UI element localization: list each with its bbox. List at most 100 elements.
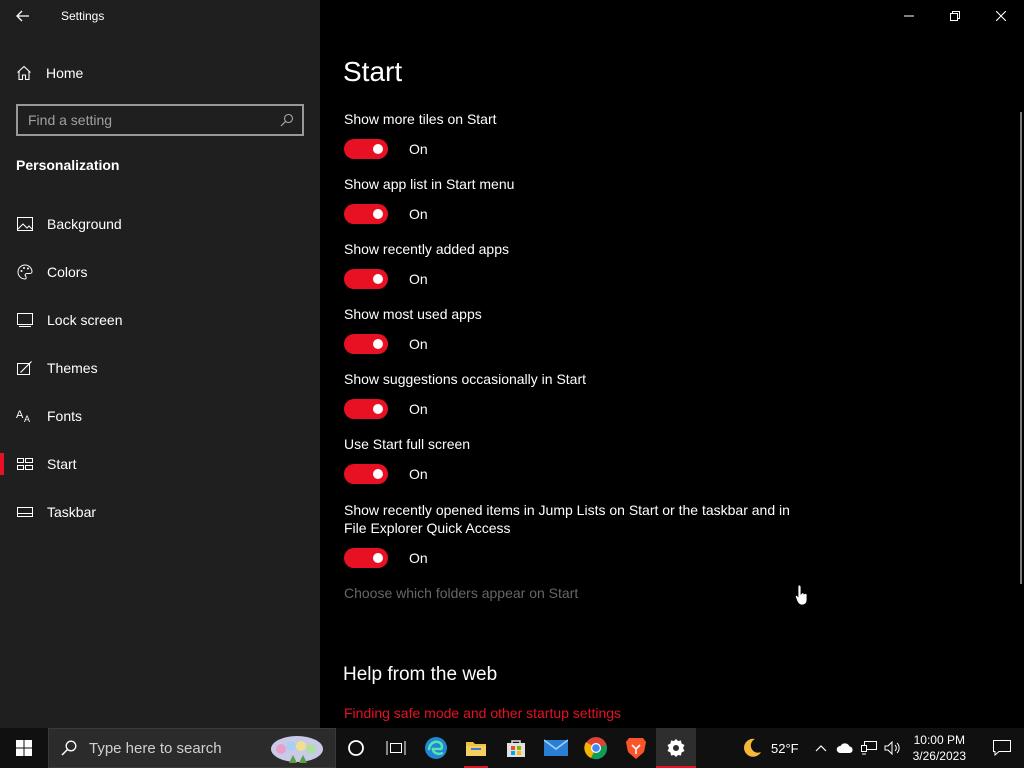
sidebar-item-label: Background [47,216,122,232]
sidebar-item-label: Start [47,456,77,472]
lock-screen-icon [16,311,34,329]
sidebar: Settings Home Personalization Background… [0,0,320,728]
taskbar-chrome[interactable] [576,728,616,768]
toggle-switch[interactable] [344,269,388,289]
setting-label: Use Start full screen [344,436,471,452]
toggle-state: On [409,401,428,417]
window-controls [886,0,1024,32]
clock-time: 10:00 PM [913,733,965,747]
settings-search-input[interactable] [18,112,272,128]
sidebar-item-fonts[interactable]: AA Fonts [0,392,320,440]
toggle-state: On [409,206,428,222]
toggle-state: On [409,141,428,157]
back-button[interactable] [0,0,46,32]
start-button[interactable] [0,728,48,768]
toggle-switch[interactable] [344,334,388,354]
setting-start-full-screen: Use Start full screen On [344,435,794,484]
setting-label: Show app list in Start menu [344,176,515,192]
setting-most-used-apps: Show most used apps On [344,305,794,354]
sidebar-item-lock-screen[interactable]: Lock screen [0,296,320,344]
sidebar-item-start[interactable]: Start [0,440,320,488]
sidebar-item-label: Themes [47,360,98,376]
system-tray: 52°F 10:00 PM 3/26/2023 [741,728,1024,768]
taskbar-mail[interactable] [536,728,576,768]
setting-label: Show recently added apps [344,241,509,257]
toggle-switch[interactable] [344,399,388,419]
setting-show-app-list: Show app list in Start menu On [344,175,794,224]
chrome-icon [584,737,607,760]
palette-icon [16,263,34,281]
minimize-icon [904,15,914,17]
settings-search[interactable] [16,104,304,136]
toggle-state: On [409,466,428,482]
toggle-switch[interactable] [344,204,388,224]
volume-button[interactable] [881,728,905,768]
sidebar-item-themes[interactable]: Themes [0,344,320,392]
help-link[interactable]: Finding safe mode and other startup sett… [344,705,621,721]
brave-icon [626,738,646,759]
setting-recently-added-apps: Show recently added apps On [344,240,794,289]
svg-text:A: A [16,409,24,421]
action-center-button[interactable] [980,728,1024,768]
taskbar-file-explorer[interactable] [456,728,496,768]
toggle-switch[interactable] [344,464,388,484]
weather-widget[interactable]: 52°F [741,737,799,759]
setting-label: Show suggestions occasionally in Start [344,371,587,387]
restore-button[interactable] [932,0,978,32]
home-link[interactable]: Home [16,62,83,84]
section-title: Personalization [16,157,120,173]
taskbar-search[interactable]: Type here to search [48,728,336,768]
toggle-switch[interactable] [344,548,388,568]
sidebar-item-label: Lock screen [47,312,123,328]
sidebar-item-taskbar[interactable]: Taskbar [0,488,320,536]
toggle-state: On [409,336,428,352]
task-view-button[interactable] [376,728,416,768]
taskbar: Type here to search 52°F 10:00 PM 3/26/2… [0,728,1024,768]
setting-label: Show more tiles on Start [344,111,497,127]
search-highlight-icon [271,736,323,763]
setting-label: Show recently opened items in Jump Lists… [344,502,790,536]
back-arrow-icon [16,10,29,22]
start-icon [16,455,34,473]
network-button[interactable] [857,728,881,768]
temperature: 52°F [771,740,799,756]
cortana-icon [348,740,364,756]
sidebar-item-background[interactable]: Background [0,200,320,248]
page-title: Start [343,56,403,87]
taskbar-edge[interactable] [416,728,456,768]
close-icon [996,11,1006,21]
search-icon [61,740,77,756]
onedrive-button[interactable] [833,728,857,768]
windows-logo-icon [16,740,32,756]
themes-icon [16,359,34,377]
home-icon [17,65,31,81]
fonts-icon: AA [16,407,34,425]
notification-icon [993,740,1011,756]
chevron-up-icon [815,745,827,752]
show-hidden-icons-button[interactable] [809,728,833,768]
taskbar-settings[interactable] [656,728,696,768]
main-content: Start Show more tiles on Start On Show a… [320,0,1024,728]
mouse-cursor-icon [795,584,808,606]
taskbar-brave[interactable] [616,728,656,768]
choose-folders-link[interactable]: Choose which folders appear on Start [344,585,578,601]
clock-date: 3/26/2023 [912,749,966,763]
search-icon[interactable] [272,113,302,127]
cortana-button[interactable] [336,728,376,768]
minimize-button[interactable] [886,0,932,32]
close-button[interactable] [978,0,1024,32]
taskbar-store[interactable] [496,728,536,768]
setting-suggestions: Show suggestions occasionally in Start O… [344,370,794,419]
scrollbar[interactable] [1020,112,1022,584]
clock[interactable]: 10:00 PM 3/26/2023 [913,732,966,764]
store-icon [507,740,525,757]
restore-icon [950,11,960,21]
toggle-switch[interactable] [344,139,388,159]
mail-icon [544,739,568,756]
setting-label: Show most used apps [344,306,482,322]
sidebar-item-label: Taskbar [47,504,97,520]
svg-text:A: A [24,414,30,424]
setting-show-more-tiles: Show more tiles on Start On [344,110,794,159]
folder-icon [466,742,486,756]
sidebar-item-colors[interactable]: Colors [0,248,320,296]
